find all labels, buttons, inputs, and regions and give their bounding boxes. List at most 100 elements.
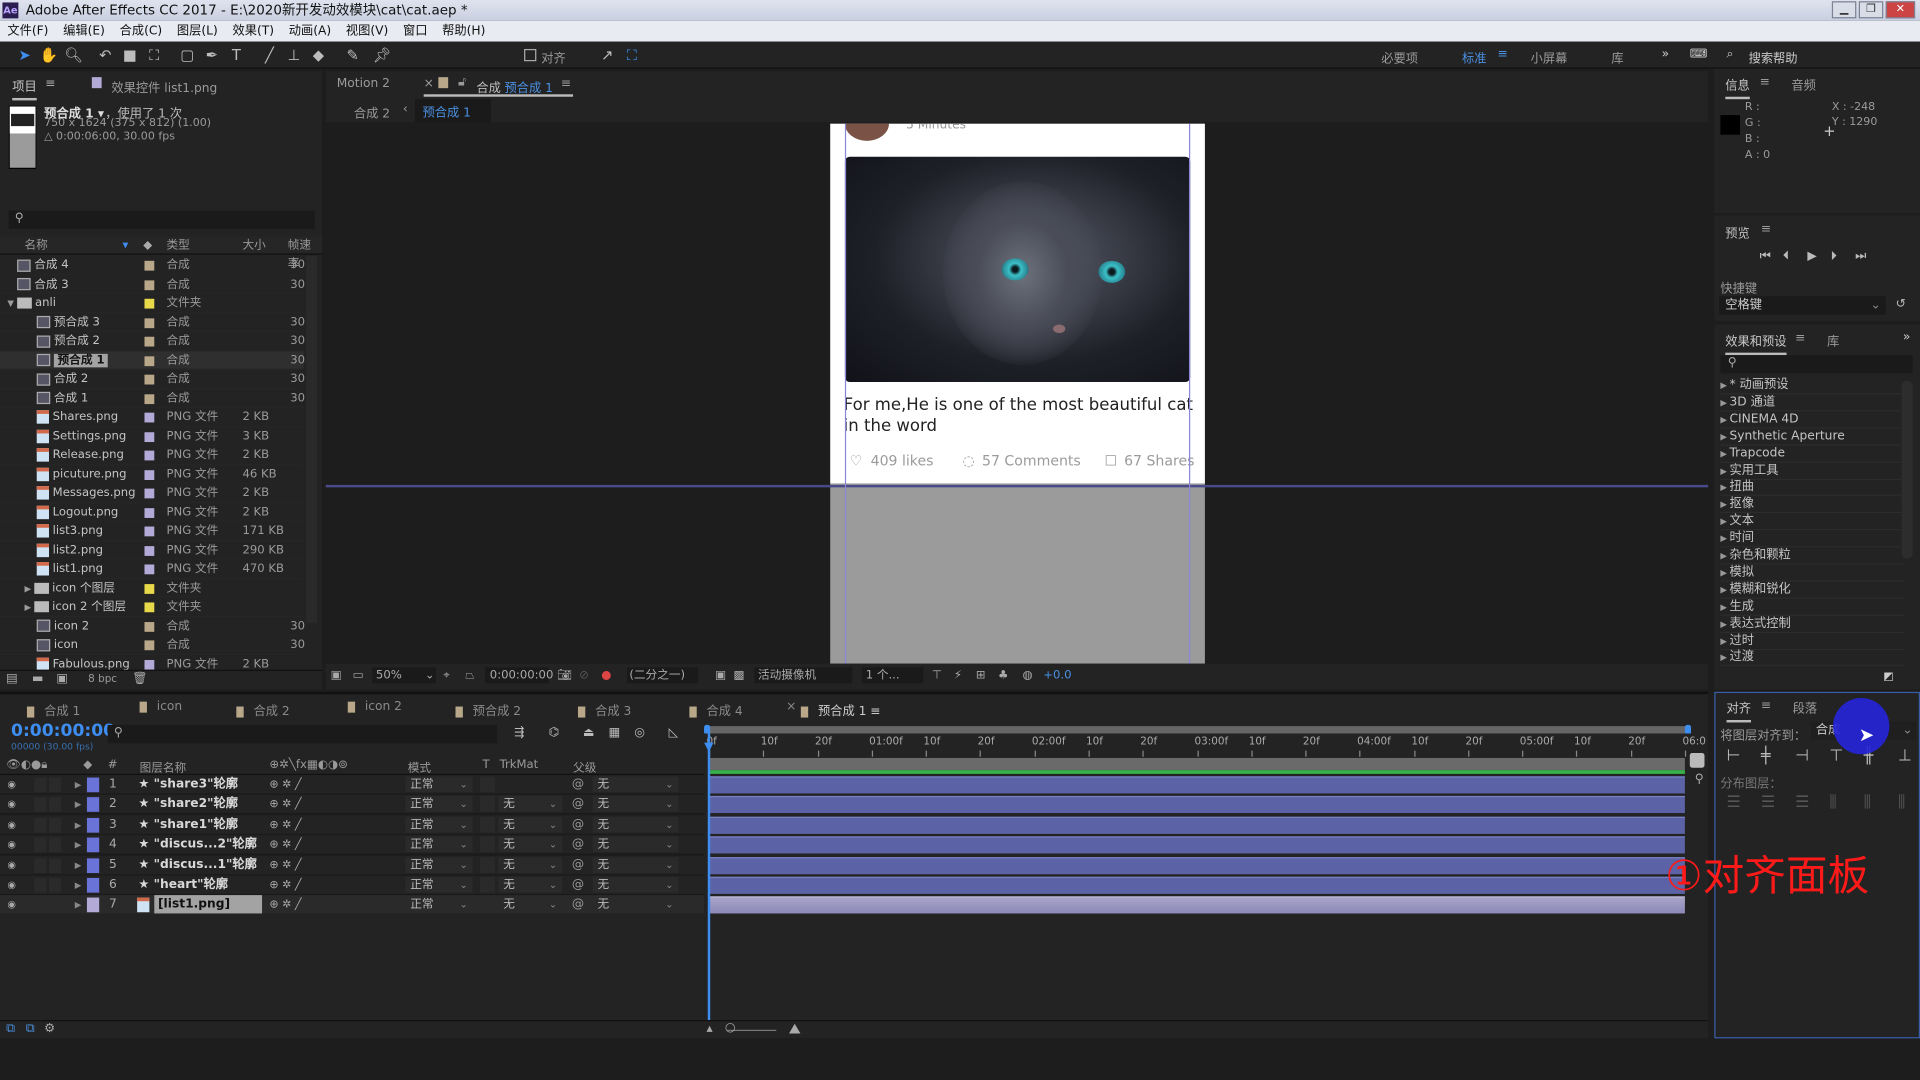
next-frame-button[interactable]: ⏵ [1831,250,1837,263]
tab-motion-2[interactable]: Motion 2 [337,77,390,90]
column-type[interactable]: 类型 [167,236,190,254]
effect-category[interactable]: ▶ 时间 [1720,530,1905,548]
trkmat-dropdown[interactable]: 无 ⌄ [498,836,563,853]
layer-switches[interactable]: ⊕ ✲ ╱ [269,835,301,855]
expand-arrow-icon[interactable]: ▶ [75,855,82,875]
menu-edit[interactable]: 编辑(E) [56,21,112,42]
project-item[interactable]: ▶ icon 个图层 文件夹 [0,579,304,598]
menu-help[interactable]: 帮助(H) [435,21,493,42]
minimize-button[interactable]: ▁ [1831,1,1857,19]
lock-toggle[interactable] [48,837,62,853]
camera-dropdown[interactable]: 活动摄像机 [754,667,853,684]
trkmat-dropdown[interactable]: 无 ⌄ [498,816,563,833]
expand-arrow-icon[interactable]: ▶ [1720,517,1727,527]
label-color-swatch[interactable] [144,260,155,271]
expand-arrow-icon[interactable]: ▶ [1720,636,1727,646]
layer-row[interactable]: ◉ ▶ 5 ★ "discus...1"轮廓 ⊕ ✲ ╱ 正常 ⌄ 无 ⌄ @ 无 ⌄ [0,855,705,876]
effect-category[interactable]: ▶ 扭曲 [1720,479,1905,497]
solo-toggle[interactable] [34,898,47,913]
zoom-out-icon[interactable]: ▴ [707,1022,713,1035]
frame-blending-icon[interactable]: ▦ [609,726,621,739]
menu-effect[interactable]: 效果(T) [225,21,281,42]
project-item[interactable]: picuture.png PNG 文件 46 KB [0,465,304,484]
brush-tool-icon[interactable]: ╱ [260,45,280,65]
sort-chevron-icon[interactable]: ▾ [122,236,128,254]
motion-blur-icon[interactable]: ◎ [634,726,645,739]
solo-toggle[interactable] [34,777,47,793]
parent-dropdown[interactable]: 无 ⌄ [592,876,679,893]
solo-toggle[interactable] [34,817,47,833]
rotate-tool-icon[interactable]: ↶ [96,45,116,65]
column-num[interactable]: # [108,758,118,771]
label-color-swatch[interactable] [144,279,155,290]
distribute-left-icon[interactable]: ⫼ [1829,793,1836,811]
effect-category[interactable]: ▶ 过时 [1720,632,1905,650]
workspace-essentials[interactable]: 必要项 [1381,48,1418,66]
menu-layer[interactable]: 图层(L) [170,21,226,42]
visibility-eye-icon[interactable]: ◉ [7,835,16,855]
expand-arrow-icon[interactable]: ▶ [75,795,82,815]
more-panels-button[interactable]: » [1903,331,1911,344]
column-layer-name[interactable]: 图层名称 [140,758,187,775]
layer-label-color[interactable] [86,837,100,853]
lock-toggle[interactable] [48,797,62,813]
close-button[interactable]: ✕ [1885,1,1916,19]
align-right-icon[interactable]: ⊣ [1795,747,1809,765]
distribute-top-icon[interactable]: ☰ [1727,793,1741,811]
parent-dropdown[interactable]: 无 ⌄ [592,776,679,793]
prev-frame-button[interactable]: ⏴ [1783,250,1789,263]
exposure-value[interactable]: +0.0 [1043,669,1071,682]
workspace-menu-icon[interactable]: ≡ [1498,48,1508,61]
expand-arrow-icon[interactable]: ▶ [1720,653,1727,663]
visibility-eye-icon[interactable]: ◉ [7,795,16,815]
layer-row[interactable]: ◉ ▶ 3 ★ "share1"轮廓 ⊕ ✲ ╱ 正常 ⌄ 无 ⌄ @ 无 ⌄ [0,815,705,835]
layer-name[interactable]: ★ "heart"轮廓 [138,876,228,896]
layer-empty-area[interactable] [0,913,705,1021]
snap-options-icon[interactable]: ⛶ [622,45,642,65]
snapshot-icon[interactable]: 📷︎ [557,669,572,682]
toggle-timing-icon[interactable]: ⚙ [44,1022,55,1035]
expand-arrow-icon[interactable]: ▶ [1720,568,1727,578]
layer-label-color[interactable] [86,877,100,893]
expand-arrow-icon[interactable]: ▶ [1720,381,1727,391]
menu-window[interactable]: 窗口 [396,21,435,42]
timeline-tab[interactable]: 合成 4 [689,700,743,719]
toggle-pixel-aspect-icon[interactable]: ⊤ [932,669,942,682]
menu-animation[interactable]: 动画(A) [281,21,338,42]
layer-name[interactable]: [list1.png] [154,895,263,916]
new-folder-icon[interactable]: ▬ [32,672,44,685]
effect-category[interactable]: ▶ 生成 [1720,598,1905,616]
distribute-bottom-icon[interactable]: ☰ [1795,793,1809,811]
visibility-eye-icon[interactable]: ◉ [7,775,16,795]
project-item[interactable]: Logout.png PNG 文件 2 KB [0,503,304,522]
trkmat-dropdown[interactable]: 无 ⌄ [498,876,563,893]
project-item[interactable]: 合成 3 合成 30 [0,275,305,294]
current-time[interactable]: 0:00:00:00 [11,721,115,741]
pen-tool-icon[interactable]: ✒ [202,45,222,65]
layer-switches[interactable]: ⊕ ✲ ╱ [269,896,301,916]
panel-menu-icon[interactable]: ≡ [561,77,571,90]
layer-duration-bar[interactable] [708,876,1685,894]
solo-toggle[interactable] [34,797,47,813]
layer-switches[interactable]: ⊕ ✲ ╱ [269,876,301,896]
project-item[interactable]: Shares.png PNG 文件 2 KB [0,408,304,427]
project-item[interactable]: ▼ anli 文件夹 [0,294,304,313]
blend-mode-dropdown[interactable]: 正常 ⌄ [405,796,473,813]
maximize-button[interactable]: ❐ [1858,1,1884,19]
shortcut-dropdown[interactable]: 空格键 ⌄ [1719,296,1886,315]
panel-menu-icon[interactable]: ≡ [45,77,55,90]
resize-handle-icon[interactable]: ⚲ [1695,773,1704,786]
visibility-eye-icon[interactable]: ◉ [7,815,16,835]
timeline-end-marker[interactable] [1689,753,1705,768]
preserve-transparency-toggle[interactable] [480,796,495,813]
zoom-in-icon[interactable]: ⛰ [789,1020,801,1038]
solo-toggle[interactable] [34,837,47,853]
expand-arrow-icon[interactable]: ▶ [75,896,82,916]
workspace-small-screen[interactable]: 小屏幕 [1531,48,1568,66]
draft-3d-icon[interactable]: ⌬ [549,726,560,739]
lock-icon[interactable]: 🔓︎ [458,76,466,89]
project-item[interactable]: Messages.png PNG 文件 2 KB [0,484,304,503]
playhead-handle-icon[interactable]: ▼ [704,741,713,754]
timeline-tab[interactable]: 预合成 2 [455,700,521,719]
time-ruler[interactable]: 0f 10f 20f 01:00f 10f 20f 02:00f 10f 20f 03:00f 10… [704,733,1706,758]
